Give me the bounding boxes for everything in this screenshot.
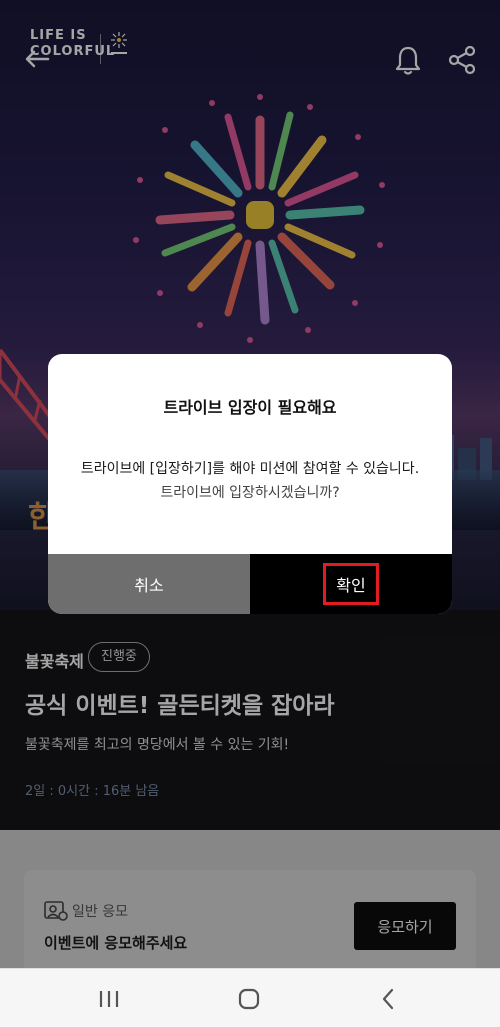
system-nav-bar	[0, 968, 500, 1027]
tribe-entry-dialog: 트라이브 입장이 필요해요 트라이브에 [입장하기]를 해야 미션에 참여할 수…	[48, 354, 452, 614]
dialog-buttons: 취소 확인	[48, 554, 452, 614]
confirm-button-label: 확인	[323, 563, 379, 605]
recent-apps-icon[interactable]	[96, 987, 122, 1011]
dialog-title: 트라이브 입장이 필요해요	[163, 398, 337, 417]
nav-back-icon[interactable]	[376, 987, 402, 1011]
confirm-button[interactable]: 확인	[250, 554, 452, 614]
dialog-message-line1: 트라이브에 [입장하기]를 해야 미션에 참여할 수 있습니다.	[80, 461, 420, 477]
home-icon[interactable]	[236, 987, 262, 1011]
dialog-message-line2: 트라이브에 입장하시겠습니까?	[160, 485, 340, 501]
cancel-button[interactable]: 취소	[48, 554, 250, 614]
